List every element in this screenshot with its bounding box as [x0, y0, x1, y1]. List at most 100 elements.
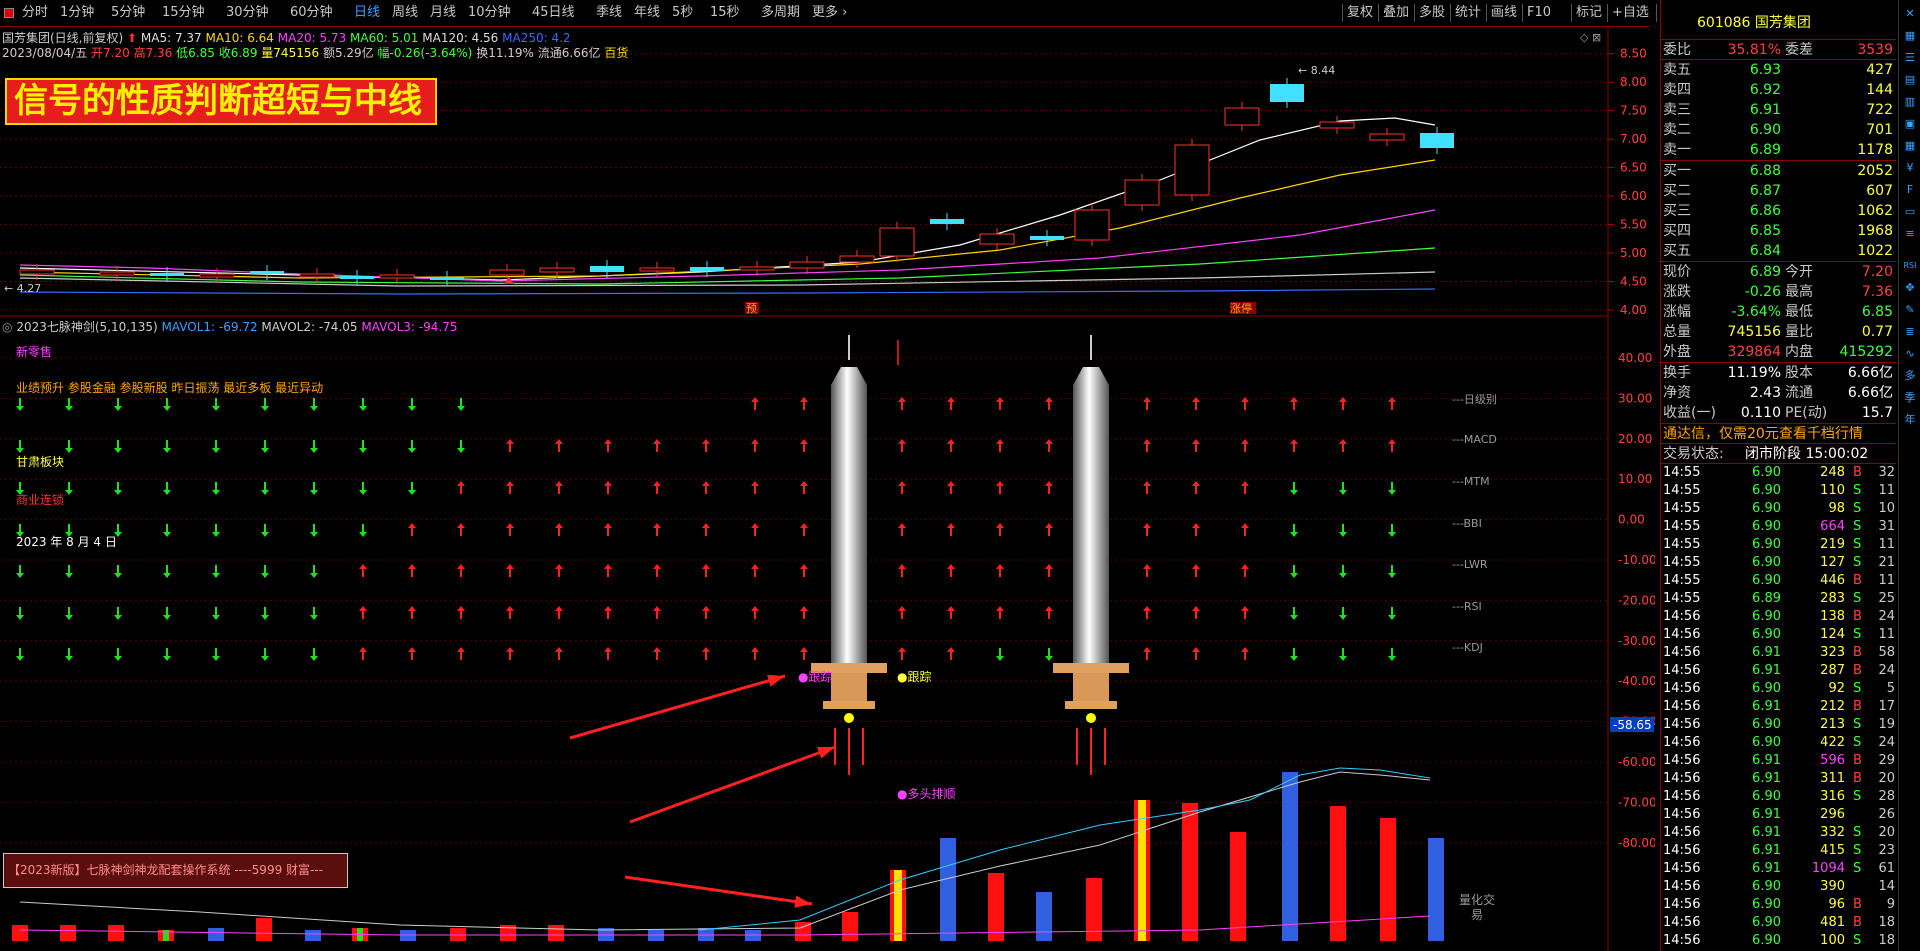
- table-icon[interactable]: ▦: [1902, 138, 1918, 154]
- signal-down-arrow: [65, 607, 73, 620]
- mavol2-label: MAVOL2: -74.05: [261, 320, 358, 334]
- quote.bids-row-4[interactable]: 买五 6.84 1022: [1661, 241, 1896, 261]
- stock-code-name[interactable]: 601086 国芳集团: [1697, 12, 1811, 32]
- quote.bids-row-0[interactable]: 买一 6.88 2052: [1661, 161, 1896, 181]
- tick-count: 10: [1878, 501, 1895, 516]
- vol-ma-line-1: [19, 771, 1431, 931]
- candle-body: [639, 267, 675, 272]
- f-icon[interactable]: F: [1902, 182, 1918, 198]
- quote.asks-row-3[interactable]: 卖二 6.90 701: [1661, 120, 1896, 140]
- book-volume: 1062: [1857, 203, 1893, 219]
- quote.asks-row-4[interactable]: 卖一 6.89 1178: [1661, 140, 1896, 160]
- fundamental-stats: 换手 11.19% 股本 6.66亿 净资 2.43 流通 6.66亿 收益(一) 0.110 PE…: [1661, 363, 1896, 424]
- list-icon[interactable]: ☰: [1902, 50, 1918, 66]
- ad-row[interactable]: 通达信，仅需20元查看千档行情: [1661, 424, 1896, 444]
- season-icon[interactable]: 季: [1902, 390, 1918, 406]
- db-icon[interactable]: ≣: [1902, 324, 1918, 340]
- tick-price: 6.91: [1752, 771, 1781, 786]
- signal-up-arrow: [555, 439, 563, 452]
- tick-count: 61: [1878, 861, 1895, 876]
- tick-count: 11: [1878, 627, 1895, 642]
- tick-time: 14:56: [1663, 807, 1701, 822]
- region-label: 甘肃板块: [16, 455, 65, 469]
- pencil-icon[interactable]: ✎: [1902, 302, 1918, 318]
- tick-row: 14:55 6.90 664 S 31: [1661, 518, 1896, 536]
- stat-value: 6.89: [1749, 264, 1781, 280]
- tick-volume: 422: [1820, 735, 1845, 750]
- bars-icon[interactable]: ▤: [1902, 72, 1918, 88]
- sword-right-part: [1073, 367, 1109, 665]
- kline-info-line: 2023/08/04/五 开7.20 高7.36 低6.85 收6.89 量74…: [2, 44, 628, 61]
- promo-box[interactable]: 【2023新版】七脉神剑神龙配套操作系统 ----5999 财富---: [3, 853, 348, 888]
- move-icon[interactable]: ✥: [1902, 280, 1918, 296]
- book-level-label: 卖四: [1663, 82, 1691, 98]
- ma120-label: MA120: 4.56: [422, 31, 499, 45]
- candle-body: [19, 269, 55, 275]
- signal-up-arrow: [751, 439, 759, 452]
- tick-row: 14:56 6.90 100 S 18: [1661, 932, 1896, 950]
- info-date: 2023/08/04/五: [2, 46, 88, 60]
- close-icon[interactable]: ✕: [1902, 6, 1918, 22]
- book-price: 6.86: [1749, 203, 1781, 219]
- quote.asks-row-0[interactable]: 卖五 6.93 427: [1661, 60, 1896, 80]
- rsi-icon[interactable]: RSI: [1902, 258, 1918, 274]
- signal-up-arrow: [555, 481, 563, 494]
- signal-down-arrow: [65, 648, 73, 661]
- signal-up-arrow: [800, 481, 808, 494]
- signal-down-arrow: [163, 440, 171, 453]
- box-icon[interactable]: ▣: [1902, 116, 1918, 132]
- volume-bar: [988, 873, 1004, 941]
- indicator-settings-icon[interactable]: ◎: [2, 320, 12, 334]
- signal-up-arrow: [947, 397, 955, 410]
- ma20-label: MA20: 5.73: [277, 31, 347, 45]
- tick-price: 6.91: [1752, 807, 1781, 822]
- ma10-label: MA10: 6.64: [205, 31, 274, 45]
- price-stats: 现价 6.89 今开 7.20 涨跌 -0.26 最高 7.36 涨幅 -3.64% 最低 6.85 总…: [1661, 262, 1896, 363]
- grid-icon[interactable]: ▦: [1902, 28, 1918, 44]
- tick-volume: 311: [1820, 771, 1845, 786]
- signal-down-arrow: [212, 524, 220, 537]
- quote.bids-row-1[interactable]: 买二 6.87 607: [1661, 181, 1896, 201]
- tick-time: 14:56: [1663, 717, 1701, 732]
- tick-count: 24: [1878, 609, 1895, 624]
- tick-list[interactable]: 14:55 6.90 248 B 32 14:55 6.90 110 S 11 14:55 6.90 9…: [1661, 464, 1896, 951]
- volume-bar: [1182, 803, 1198, 941]
- duo-icon[interactable]: 多: [1902, 368, 1918, 384]
- candle-body: [930, 219, 964, 224]
- signal-down-arrow: [16, 398, 24, 411]
- signal-down-arrow: [261, 524, 269, 537]
- quote.bids-row-3[interactable]: 买四 6.85 1968: [1661, 221, 1896, 241]
- quote.asks-row-1[interactable]: 卖四 6.92 144: [1661, 80, 1896, 100]
- panel-control-icons[interactable]: ◇ ⊠: [1580, 31, 1601, 44]
- doc-icon[interactable]: ▭: [1902, 204, 1918, 220]
- signal-up-arrow: [1143, 606, 1151, 619]
- annotation-arrowhead: [767, 674, 785, 687]
- tick-count: 26: [1878, 807, 1895, 822]
- signal-up-arrow: [359, 606, 367, 619]
- quote.asks-row-2[interactable]: 卖三 6.91 722: [1661, 100, 1896, 120]
- indicator-name[interactable]: 2023七脉神剑(5,10,135): [16, 320, 157, 334]
- tick-count: 28: [1878, 789, 1895, 804]
- year-icon[interactable]: 年: [1902, 412, 1918, 428]
- tick-side: S: [1853, 861, 1862, 876]
- info-close: 收6.89: [218, 46, 258, 60]
- tick-count: 24: [1878, 735, 1895, 750]
- tick-volume: 96: [1828, 897, 1845, 912]
- signal-up-arrow: [947, 439, 955, 452]
- signal-down-arrow: [163, 398, 171, 411]
- money-icon[interactable]: ¥: [1902, 160, 1918, 176]
- quote.bids-row-2[interactable]: 买三 6.86 1062: [1661, 201, 1896, 221]
- book-volume: 2052: [1857, 163, 1893, 179]
- chart-icon[interactable]: ▥: [1902, 94, 1918, 110]
- signal-up-arrow: [800, 523, 808, 536]
- limitup-mark: 涨停: [1230, 301, 1252, 315]
- stat-value: -0.26: [1744, 284, 1781, 300]
- signal-up-arrow: [800, 606, 808, 619]
- info-sector-tag[interactable]: 百货: [604, 46, 628, 60]
- tick-price: 6.90: [1752, 573, 1781, 588]
- chart-canvas[interactable]: 8.50 8.00 7.50 7.00 6.50 6.00 5.50 5.00 4.50 4.00…: [0, 0, 1655, 951]
- news-icon[interactable]: ≡: [1902, 226, 1918, 242]
- wave-icon[interactable]: ∿: [1902, 346, 1918, 362]
- tick-count: 18: [1878, 915, 1895, 930]
- signal-up-arrow: [1290, 397, 1298, 410]
